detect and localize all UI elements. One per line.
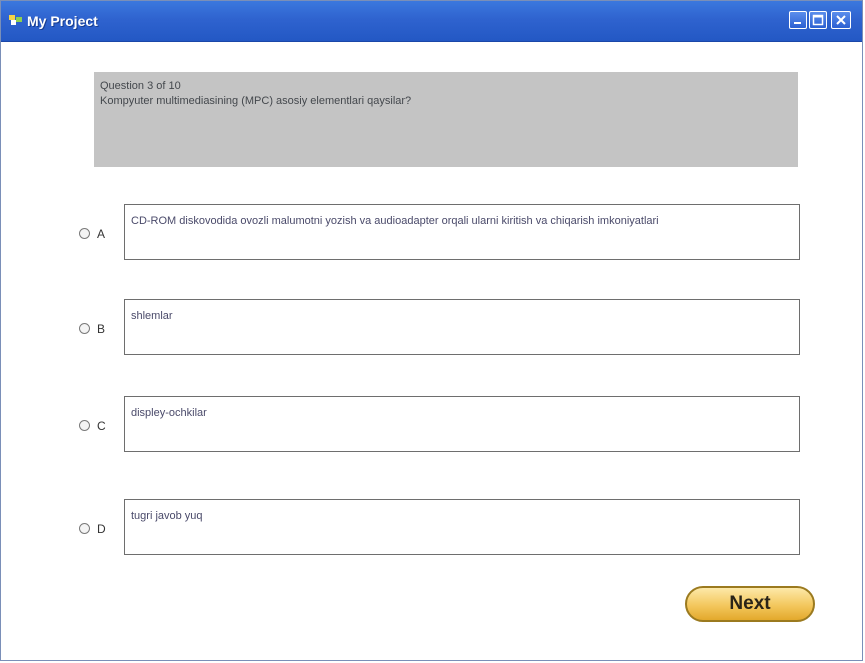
close-button[interactable] — [831, 11, 851, 29]
option-c-answer-box[interactable]: displey-ochkilar — [124, 396, 800, 452]
option-a-answer-box[interactable]: CD-ROM diskovodida ovozli malumotni yozi… — [124, 204, 800, 260]
question-panel: Question 3 of 10 Kompyuter multimediasin… — [94, 72, 798, 167]
option-c-radio[interactable] — [79, 420, 90, 431]
option-a-text: CD-ROM diskovodida ovozli malumotni yozi… — [131, 215, 659, 227]
maximize-button[interactable] — [809, 11, 827, 29]
option-a-letter: A — [97, 227, 106, 241]
next-button-label: Next — [729, 593, 771, 614]
maximize-icon — [812, 14, 824, 26]
option-d-answer-box[interactable]: tugri javob yuq — [124, 499, 800, 555]
title-bar[interactable]: My Project — [1, 1, 862, 42]
option-a-radio[interactable] — [79, 228, 90, 239]
app-icon — [9, 15, 22, 25]
question-text: Kompyuter multimediasining (MPC) asosiy … — [100, 95, 412, 107]
app-window: My Project Question 3 of 10 Kompyuter mu… — [0, 0, 863, 661]
close-icon — [836, 15, 846, 25]
minimize-button[interactable] — [789, 11, 807, 29]
option-b-text: shlemlar — [131, 310, 173, 322]
question-number: Question 3 of 10 — [100, 80, 181, 92]
next-button[interactable]: Next — [685, 586, 815, 622]
option-c-text: displey-ochkilar — [131, 407, 207, 419]
option-b-answer-box[interactable]: shlemlar — [124, 299, 800, 355]
minimize-icon — [794, 22, 801, 24]
option-d-letter: D — [97, 522, 106, 536]
option-b-radio[interactable] — [79, 323, 90, 334]
option-d-radio[interactable] — [79, 523, 90, 534]
option-b-letter: B — [97, 322, 106, 336]
option-c-letter: C — [97, 419, 106, 433]
option-d-text: tugri javob yuq — [131, 510, 203, 522]
window-title: My Project — [27, 13, 98, 29]
